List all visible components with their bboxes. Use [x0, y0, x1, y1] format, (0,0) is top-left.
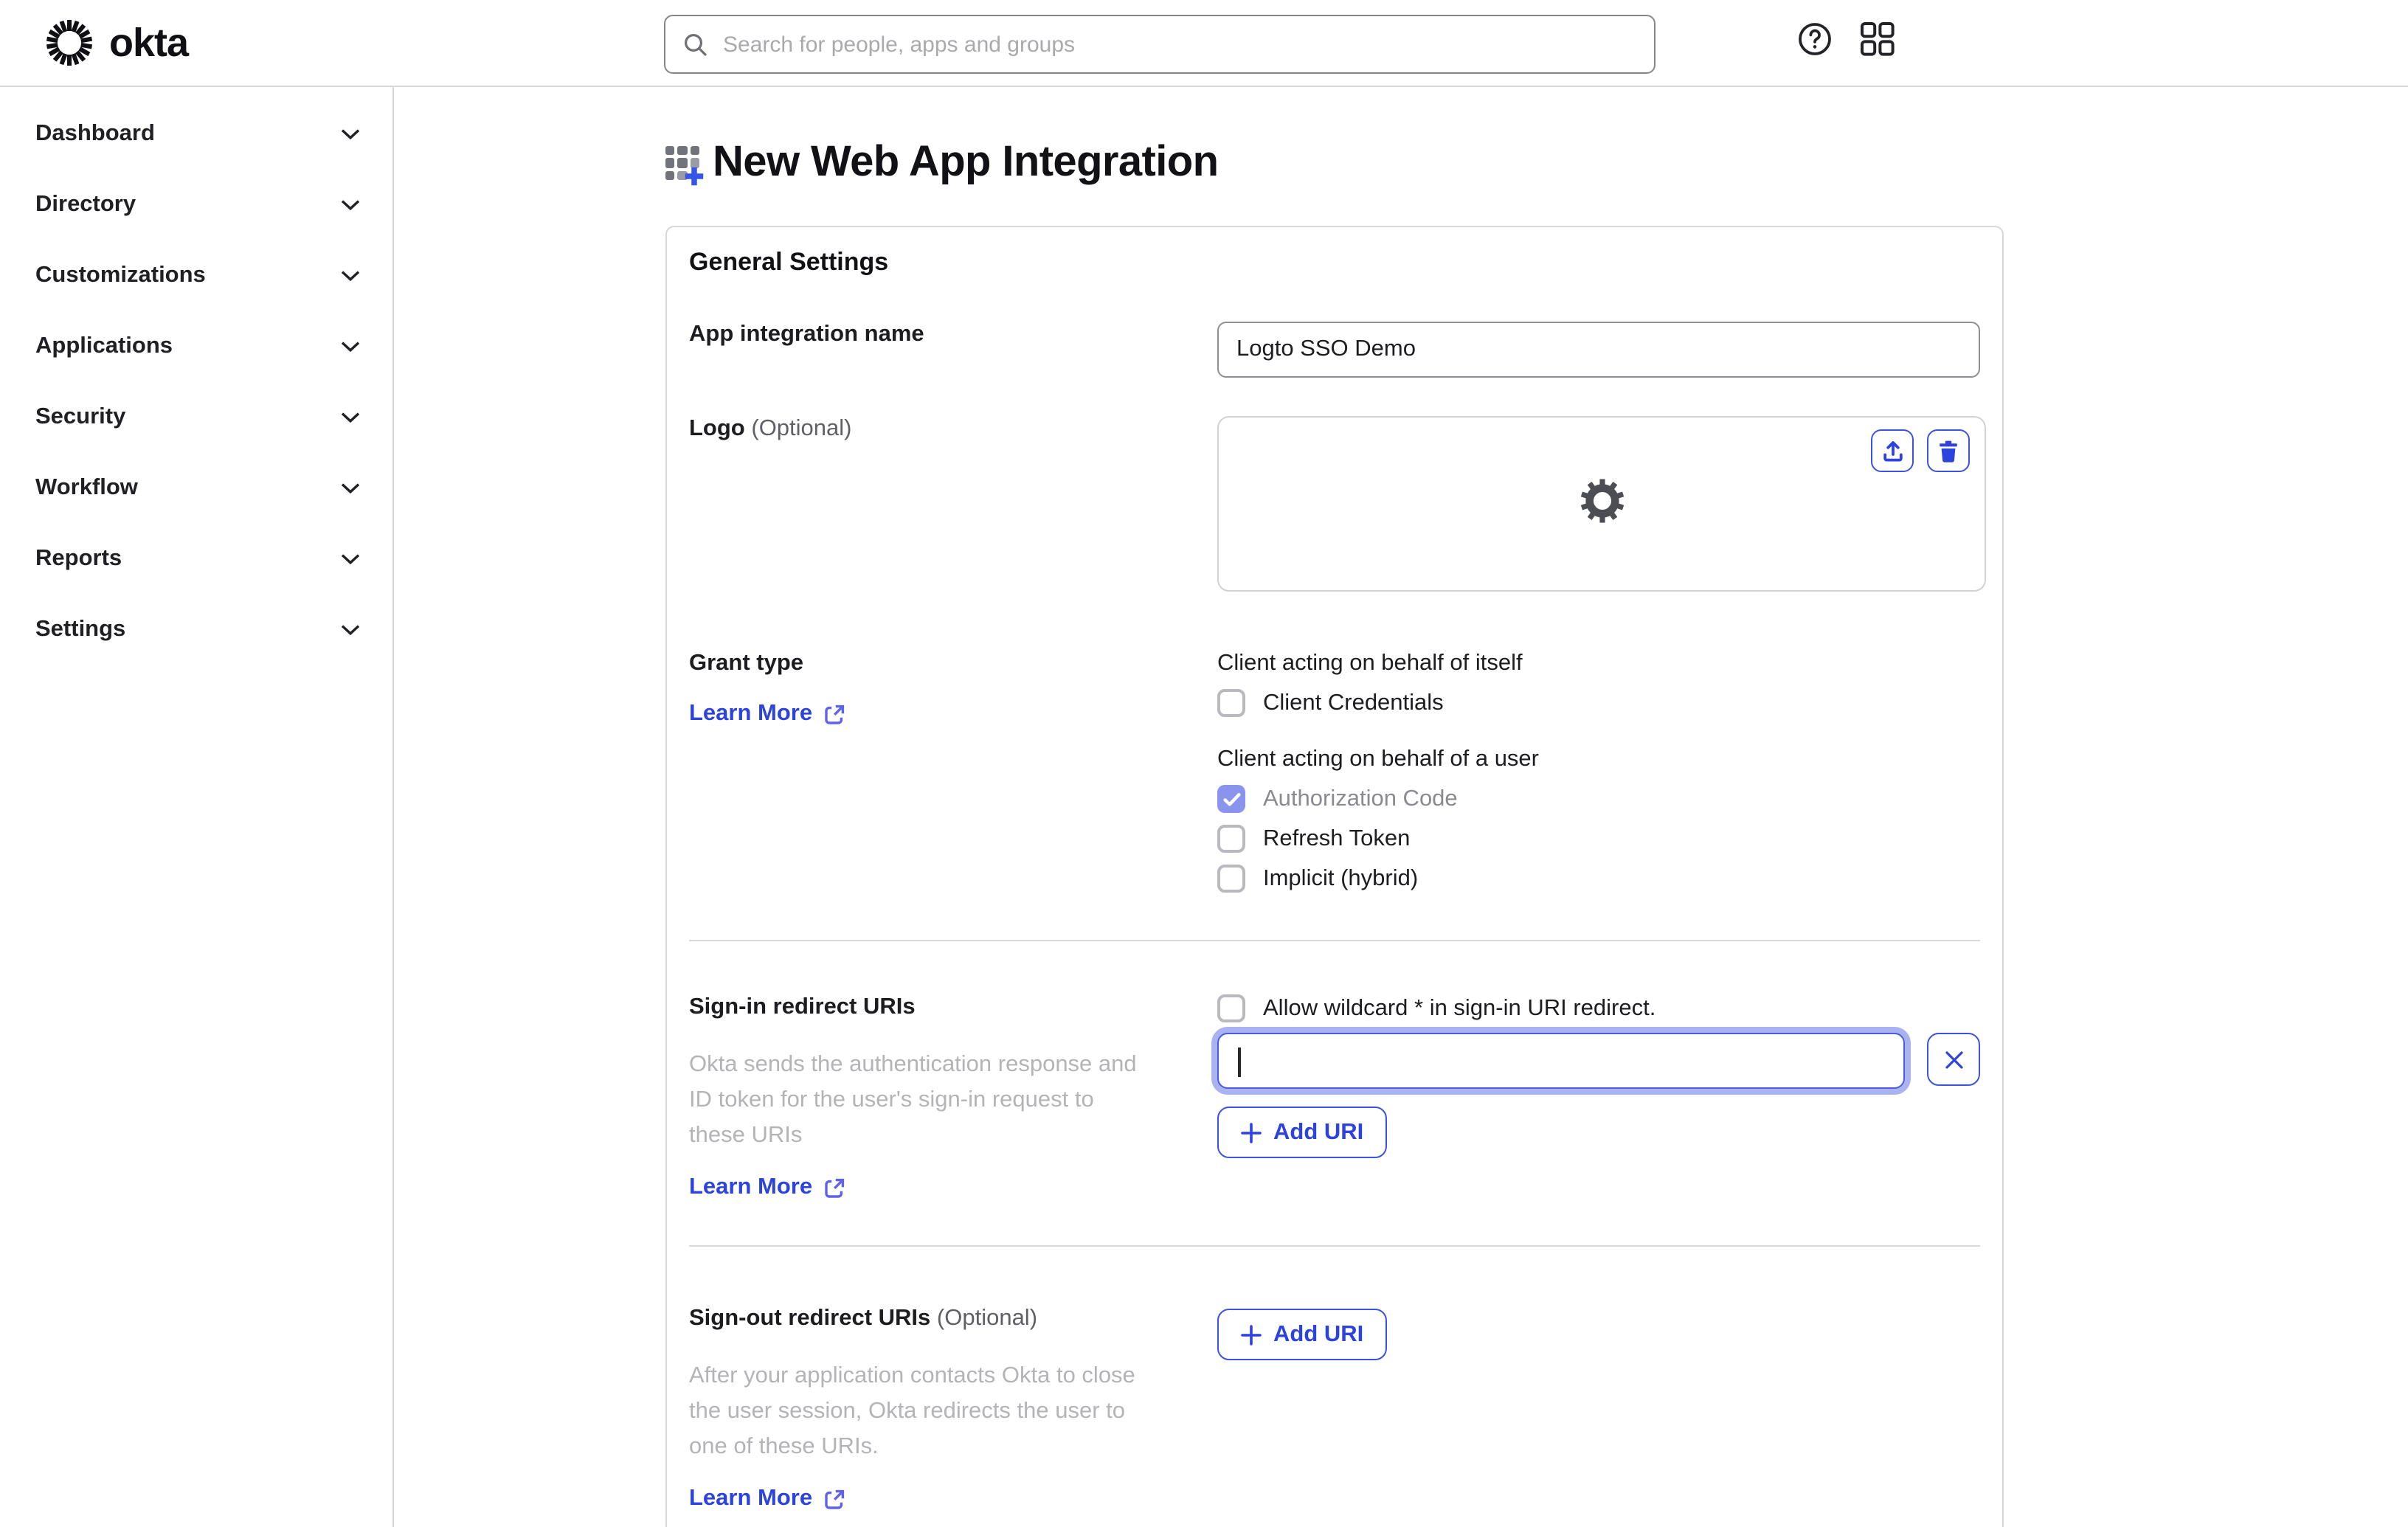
logo-label: Logo (Optional) — [689, 416, 852, 441]
main-content: New Web App Integration General Settings… — [394, 87, 2408, 1527]
logo-preview-box — [1217, 416, 1986, 592]
signin-add-uri-button[interactable]: Add URI — [1217, 1107, 1388, 1158]
upload-icon — [1883, 440, 1902, 461]
sidebar-item-customizations[interactable]: Customizations — [0, 248, 392, 304]
chevron-down-icon — [341, 625, 360, 636]
logo-optional-label: (Optional) — [751, 416, 852, 441]
okta-spinner-icon — [46, 20, 93, 66]
chevron-down-icon — [341, 200, 360, 211]
external-link-icon — [824, 1489, 844, 1509]
grant-type-label: Grant type — [689, 651, 804, 676]
okta-logo[interactable]: okta — [0, 18, 189, 68]
grant-type-learn-more-link[interactable]: Learn More — [689, 701, 845, 727]
checkbox-box — [1217, 825, 1245, 853]
section-heading-general-settings: General Settings — [689, 248, 889, 276]
checkbox-box — [1217, 689, 1245, 717]
checkbox-client-credentials[interactable]: Client Credentials — [1217, 689, 1980, 717]
chevron-down-icon — [341, 129, 360, 140]
general-settings-card: General Settings App integration name Lo… — [665, 226, 2004, 1527]
chevron-down-icon — [341, 412, 360, 423]
delete-logo-button[interactable] — [1927, 429, 1970, 472]
external-link-icon — [824, 704, 844, 724]
checkbox-implicit-hybrid[interactable]: Implicit (hybrid) — [1217, 865, 1980, 893]
chevron-down-icon — [341, 342, 360, 353]
search-input[interactable] — [723, 32, 1636, 57]
chevron-down-icon — [341, 271, 360, 282]
trash-icon — [1940, 440, 1957, 462]
sidebar-item-settings[interactable]: Settings — [0, 602, 392, 658]
okta-admin-console: okta Search for people, apps and groups … — [0, 0, 2408, 1527]
plus-icon — [685, 167, 704, 186]
app-grid-icon[interactable] — [1859, 21, 1896, 65]
signin-learn-more-link[interactable]: Learn More — [689, 1174, 845, 1201]
upload-logo-button[interactable] — [1871, 429, 1914, 472]
signout-helper-text: After your application contacts Okta to … — [689, 1363, 1135, 1459]
search-icon — [685, 33, 707, 55]
checkbox-box-checked — [1217, 785, 1245, 813]
signout-add-uri-button[interactable]: Add URI — [1217, 1309, 1388, 1360]
sidebar-nav: Dashboard Directory Customizations Appli… — [0, 87, 394, 1527]
signin-helper-text: Okta sends the authentication response a… — [689, 1052, 1137, 1148]
section-divider — [689, 940, 1980, 941]
plus-icon — [1241, 1122, 1262, 1143]
check-icon — [1222, 792, 1240, 806]
sidebar-item-workflow[interactable]: Workflow — [0, 460, 392, 516]
checkbox-allow-wildcard[interactable]: Allow wildcard * in sign-in URI redirect… — [1217, 994, 1980, 1022]
new-app-icon — [665, 146, 704, 186]
text-caret — [1238, 1048, 1240, 1077]
signin-redirect-uri-input[interactable] — [1217, 1033, 1905, 1089]
app-integration-name-label: App integration name — [689, 322, 924, 347]
sidebar-item-directory[interactable]: Directory — [0, 177, 392, 233]
page-title: New Web App Integration — [713, 139, 1219, 186]
external-link-icon — [824, 1177, 844, 1197]
top-header: okta — [0, 0, 2408, 87]
chevron-down-icon — [341, 554, 360, 565]
signin-redirect-uris-label: Sign-in redirect URIs — [689, 994, 916, 1019]
brand-wordmark: okta — [109, 20, 189, 64]
sidebar-item-applications[interactable]: Applications — [0, 319, 392, 375]
app-integration-name-input[interactable] — [1217, 322, 1980, 378]
section-divider — [689, 1245, 1980, 1247]
checkbox-box — [1217, 865, 1245, 893]
checkbox-refresh-token[interactable]: Refresh Token — [1217, 825, 1980, 853]
remove-uri-button[interactable] — [1927, 1033, 1980, 1086]
signout-redirect-uris-label: Sign-out redirect URIs (Optional) — [689, 1306, 1038, 1331]
default-app-gear-icon — [1574, 472, 1630, 536]
checkbox-authorization-code[interactable]: Authorization Code — [1217, 785, 1980, 813]
checkbox-box — [1217, 994, 1245, 1022]
signout-learn-more-link[interactable]: Learn More — [689, 1486, 845, 1512]
sidebar-item-security[interactable]: Security — [0, 389, 392, 446]
chevron-down-icon — [341, 483, 360, 494]
sidebar-item-reports[interactable]: Reports — [0, 531, 392, 587]
sidebar-item-dashboard[interactable]: Dashboard — [0, 106, 392, 162]
close-icon — [1945, 1050, 1962, 1068]
global-search[interactable] — [664, 15, 1656, 74]
plus-icon — [1241, 1324, 1262, 1345]
grant-group-user-title: Client acting on behalf of a user — [1217, 747, 1539, 772]
signout-optional-label: (Optional) — [936, 1306, 1038, 1331]
help-circle-icon[interactable] — [1797, 21, 1833, 64]
grant-group-self-title: Client acting on behalf of itself — [1217, 651, 1523, 676]
